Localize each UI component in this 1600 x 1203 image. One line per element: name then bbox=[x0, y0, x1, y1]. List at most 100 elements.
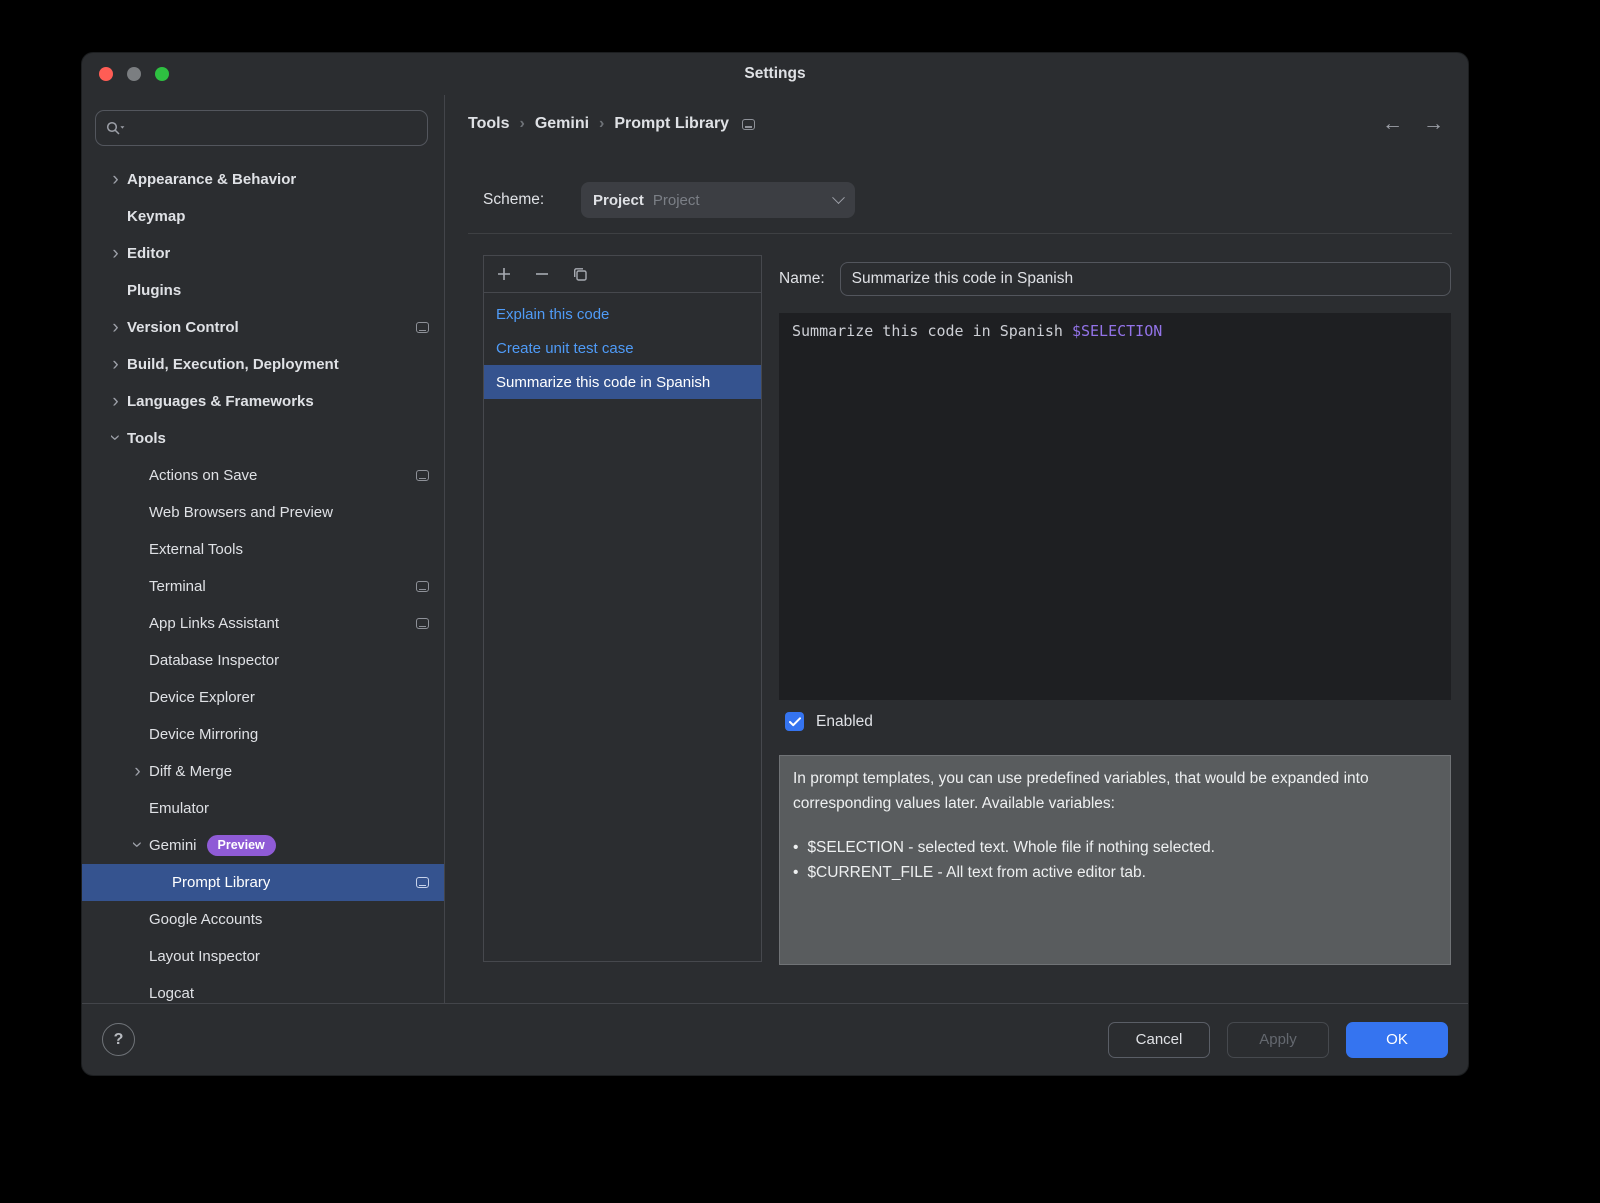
remove-prompt-button[interactable] bbox=[529, 262, 554, 287]
breadcrumb-prompt-library[interactable]: Prompt Library bbox=[614, 115, 729, 133]
enabled-checkbox[interactable] bbox=[785, 712, 804, 731]
sidebar-item-label: Appearance & Behavior bbox=[127, 171, 297, 188]
tree-chevron-icon[interactable] bbox=[104, 355, 127, 374]
settings-content: Tools › Gemini › Prompt Library Scheme: … bbox=[446, 95, 1468, 1003]
prompt-list-item[interactable]: Create unit test case bbox=[484, 331, 761, 365]
config-indicator-icon bbox=[416, 470, 429, 481]
tree-chevron-icon[interactable] bbox=[104, 429, 127, 448]
bullet-icon: • bbox=[793, 864, 799, 881]
add-prompt-button[interactable] bbox=[491, 262, 516, 287]
minimize-button[interactable] bbox=[127, 67, 141, 81]
check-icon bbox=[788, 716, 801, 726]
sidebar-item[interactable]: Build, Execution, Deployment bbox=[82, 346, 444, 383]
tree-chevron-icon[interactable] bbox=[126, 836, 149, 855]
chevron-down-icon bbox=[832, 190, 845, 204]
sidebar-item[interactable]: Actions on Save bbox=[82, 457, 444, 494]
sidebar-item[interactable]: Diff & Merge bbox=[82, 753, 444, 790]
prompt-text: Summarize this code in Spanish bbox=[792, 322, 1072, 340]
sidebar-item-label: App Links Assistant bbox=[149, 615, 280, 632]
prompt-list-toolbar bbox=[484, 256, 761, 293]
scheme-value: Project bbox=[593, 191, 644, 209]
sidebar-item-label: Gemini bbox=[149, 837, 197, 854]
sidebar-item-label: Tools bbox=[127, 430, 166, 447]
config-indicator-icon bbox=[416, 581, 429, 592]
tree-chevron-icon[interactable] bbox=[104, 170, 127, 189]
sidebar-item[interactable]: Gemini Preview bbox=[82, 827, 444, 864]
sidebar-item-label: Device Explorer bbox=[149, 689, 255, 706]
duplicate-prompt-button[interactable] bbox=[567, 262, 592, 287]
tree-chevron-icon[interactable] bbox=[104, 392, 127, 411]
sidebar-item[interactable]: Database Inspector bbox=[82, 642, 444, 679]
sidebar-item[interactable]: Logcat bbox=[82, 975, 444, 1003]
sidebar-item[interactable]: Emulator bbox=[82, 790, 444, 827]
prompt-editor[interactable]: Summarize this code in Spanish $SELECTIO… bbox=[779, 313, 1451, 700]
settings-search-box[interactable] bbox=[95, 110, 428, 146]
sidebar-item[interactable]: App Links Assistant bbox=[82, 605, 444, 642]
prompt-list: Explain this code Create unit test case … bbox=[484, 293, 761, 399]
prompt-name-row: Name: bbox=[779, 262, 1451, 296]
name-label: Name: bbox=[779, 270, 825, 287]
info-intro: In prompt templates, you can use predefi… bbox=[793, 770, 1369, 812]
sidebar-item[interactable]: Google Accounts bbox=[82, 901, 444, 938]
footer-buttons: Cancel Apply OK bbox=[1108, 1021, 1448, 1058]
sidebar-item[interactable]: Layout Inspector bbox=[82, 938, 444, 975]
preview-badge: Preview bbox=[206, 835, 276, 856]
prompt-list-item[interactable]: Summarize this code in Spanish bbox=[484, 365, 761, 399]
sidebar-item-label: Emulator bbox=[149, 800, 210, 817]
config-indicator-icon bbox=[416, 322, 429, 333]
sidebar-item[interactable]: Version Control bbox=[82, 309, 444, 346]
sidebar-item[interactable]: Plugins bbox=[82, 272, 444, 309]
sidebar-item-label: Languages & Frameworks bbox=[127, 393, 314, 410]
variables-info-box: In prompt templates, you can use predefi… bbox=[779, 755, 1451, 965]
cancel-button[interactable]: Cancel bbox=[1108, 1021, 1210, 1058]
sidebar-item-label: Editor bbox=[127, 245, 171, 262]
sidebar-item-label: Diff & Merge bbox=[149, 763, 233, 780]
settings-tree: Appearance & Behavior Keymap Editor Plug… bbox=[82, 161, 444, 1003]
prompt-name-input[interactable] bbox=[839, 262, 1451, 296]
search-input[interactable] bbox=[130, 118, 418, 138]
footer: ? Cancel Apply OK bbox=[82, 1003, 1468, 1075]
sidebar-item-label: Device Mirroring bbox=[149, 726, 259, 743]
sidebar-item[interactable]: Editor bbox=[82, 235, 444, 272]
sidebar-item[interactable]: Web Browsers and Preview bbox=[82, 494, 444, 531]
sidebar-item[interactable]: Appearance & Behavior bbox=[82, 161, 444, 198]
scheme-select[interactable]: Project Project bbox=[581, 182, 855, 218]
help-button[interactable]: ? bbox=[102, 1023, 135, 1056]
sidebar-item[interactable]: Languages & Frameworks bbox=[82, 383, 444, 420]
sidebar-item[interactable]: External Tools bbox=[82, 531, 444, 568]
sidebar-item[interactable]: Terminal bbox=[82, 568, 444, 605]
prompt-list-item[interactable]: Explain this code bbox=[484, 297, 761, 331]
tree-chevron-icon[interactable] bbox=[104, 244, 127, 263]
sidebar-item[interactable]: Tools bbox=[82, 420, 444, 457]
history-navigation bbox=[1382, 113, 1444, 134]
breadcrumb-gemini[interactable]: Gemini bbox=[535, 115, 589, 133]
bullet-icon: • bbox=[793, 839, 799, 856]
breadcrumb-tools[interactable]: Tools bbox=[468, 115, 509, 133]
window-title: Settings bbox=[744, 65, 806, 82]
tree-chevron-icon[interactable] bbox=[104, 318, 127, 337]
zoom-button[interactable] bbox=[155, 67, 169, 81]
traffic-lights bbox=[99, 67, 169, 81]
sidebar: Appearance & Behavior Keymap Editor Plug… bbox=[82, 95, 445, 1003]
sidebar-item[interactable]: Device Explorer bbox=[82, 679, 444, 716]
sidebar-item[interactable]: Prompt Library bbox=[82, 864, 444, 901]
apply-button[interactable]: Apply bbox=[1227, 1021, 1329, 1058]
info-bullet: • $SELECTION - selected text. Whole file… bbox=[793, 835, 1437, 860]
sidebar-item-label: Actions on Save bbox=[149, 467, 258, 484]
sidebar-item-label: Plugins bbox=[127, 282, 182, 299]
sidebar-item[interactable]: Keymap bbox=[82, 198, 444, 235]
breadcrumb-separator: › bbox=[519, 115, 525, 132]
info-bullet-text: $CURRENT_FILE - All text from active edi… bbox=[807, 864, 1146, 881]
tree-chevron-icon[interactable] bbox=[126, 762, 149, 781]
forward-arrow-icon[interactable] bbox=[1423, 113, 1444, 134]
sidebar-item-label: Terminal bbox=[149, 578, 206, 595]
sidebar-item-label: Web Browsers and Preview bbox=[149, 504, 333, 521]
scheme-hint: Project bbox=[652, 191, 700, 209]
ok-button[interactable]: OK bbox=[1346, 1021, 1448, 1058]
help-label: ? bbox=[113, 1030, 124, 1048]
sidebar-item-label: Build, Execution, Deployment bbox=[127, 356, 339, 373]
sidebar-item[interactable]: Device Mirroring bbox=[82, 716, 444, 753]
close-button[interactable] bbox=[99, 67, 113, 81]
config-indicator-icon bbox=[416, 877, 429, 888]
back-arrow-icon[interactable] bbox=[1382, 113, 1403, 134]
